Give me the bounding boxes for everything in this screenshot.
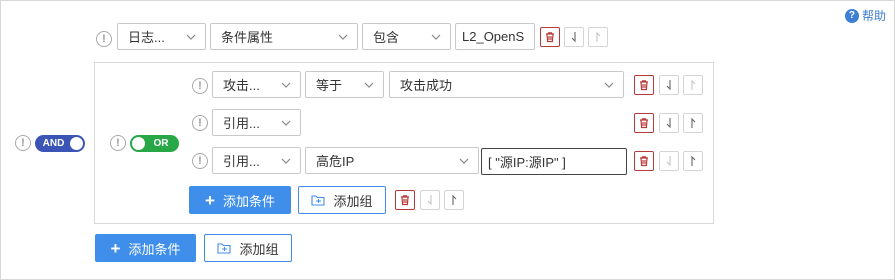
chevron-down-icon (604, 82, 614, 88)
info-icon: ! (15, 135, 31, 151)
move-up-button[interactable] (683, 113, 703, 133)
arrow-down-icon (571, 32, 576, 43)
move-down-button[interactable] (659, 75, 679, 95)
info-icon: ! (192, 115, 208, 131)
trash-icon (640, 156, 648, 167)
help-icon: ? (844, 8, 859, 23)
move-up-button[interactable] (683, 151, 703, 171)
rule2-field-select[interactable]: 引用... (212, 109, 301, 136)
chevron-down-icon (281, 82, 291, 88)
rule3-attribute-select[interactable]: 高危IP (305, 147, 479, 174)
arrow-down-icon (427, 195, 432, 206)
rule2-field-value: 引用... (223, 116, 260, 131)
move-up-button[interactable] (683, 75, 703, 95)
arrow-up-icon (691, 155, 696, 166)
delete-button[interactable] (634, 75, 654, 95)
rule1-value-select[interactable]: 攻击成功 (389, 71, 624, 98)
arrow-up-icon (452, 194, 457, 205)
arrow-down-icon (666, 156, 671, 167)
or-toggle-label: OR (153, 138, 169, 149)
move-down-button[interactable] (659, 113, 679, 133)
move-down-button[interactable] (564, 27, 584, 47)
group-add-condition-button[interactable]: + 添加条件 (189, 186, 291, 214)
root-operator-value: 包含 (373, 30, 400, 45)
rule1-value: 攻击成功 (400, 78, 453, 93)
move-group-up-button[interactable] (444, 190, 464, 210)
info-icon: ! (96, 31, 112, 47)
root-operator-select[interactable]: 包含 (362, 23, 451, 50)
delete-group-button[interactable] (395, 190, 415, 210)
move-down-button[interactable] (659, 151, 679, 171)
trash-icon (640, 118, 648, 129)
rule1-field-select[interactable]: 攻击... (212, 71, 301, 98)
rule1-field-value: 攻击... (223, 78, 260, 93)
rule1-operator-select[interactable]: 等于 (305, 71, 384, 98)
help-label: 帮助 (861, 9, 886, 23)
rule3-attribute-value: 高危IP (316, 154, 355, 169)
add-group-label: 添加组 (239, 241, 279, 257)
plus-icon: + (205, 190, 215, 210)
chevron-down-icon (281, 158, 291, 164)
and-toggle-label: AND (42, 138, 65, 149)
group-add-condition-label: 添加条件 (222, 193, 275, 209)
add-group-button[interactable]: 添加组 (204, 234, 292, 262)
plus-icon: + (110, 238, 121, 258)
info-icon: ! (110, 135, 126, 151)
folder-icon (217, 243, 232, 254)
root-attribute-select[interactable]: 条件属性 (210, 23, 358, 50)
root-attribute-value: 条件属性 (221, 30, 274, 45)
chevron-down-icon (364, 82, 374, 88)
toggle-knob (132, 137, 145, 150)
move-up-button[interactable] (588, 27, 608, 47)
rule1-operator-value: 等于 (316, 78, 343, 93)
arrow-up-icon (596, 31, 601, 42)
arrow-down-icon (666, 118, 671, 129)
or-toggle[interactable]: OR (130, 135, 179, 152)
chevron-down-icon (431, 34, 441, 40)
group-add-group-label: 添加组 (333, 193, 373, 209)
add-condition-button[interactable]: + 添加条件 (95, 234, 196, 262)
chevron-down-icon (281, 120, 291, 126)
arrow-down-icon (666, 80, 671, 91)
root-value-input[interactable]: L2_OpenS (455, 23, 535, 50)
chevron-down-icon (459, 158, 469, 164)
trash-icon (640, 80, 648, 91)
root-field-value: 日志... (128, 30, 165, 45)
rule3-field-select[interactable]: 引用... (212, 147, 301, 174)
and-toggle[interactable]: AND (35, 135, 85, 152)
delete-button[interactable] (634, 113, 654, 133)
rule-editor: ? 帮助 ! 日志... 条件属性 包含 L2_OpenS ! AND ! OR… (0, 0, 895, 280)
move-group-down-button[interactable] (420, 190, 440, 210)
info-icon: ! (192, 78, 208, 94)
add-condition-label: 添加条件 (128, 241, 181, 257)
arrow-up-icon (691, 117, 696, 128)
group-add-group-button[interactable]: 添加组 (298, 186, 386, 214)
toggle-knob (70, 137, 83, 150)
delete-button[interactable] (540, 27, 560, 47)
rule3-field-value: 引用... (223, 154, 260, 169)
help-link[interactable]: ? 帮助 (844, 7, 886, 24)
info-icon: ! (192, 153, 208, 169)
root-field-select[interactable]: 日志... (117, 23, 206, 50)
arrow-up-icon (691, 79, 696, 90)
folder-icon (311, 195, 326, 206)
rule3-value-input[interactable]: [ "源IP:源IP" ] (481, 148, 627, 175)
delete-button[interactable] (634, 151, 654, 171)
chevron-down-icon (338, 34, 348, 40)
trash-icon (401, 195, 409, 206)
trash-icon (546, 32, 554, 43)
chevron-down-icon (186, 34, 196, 40)
